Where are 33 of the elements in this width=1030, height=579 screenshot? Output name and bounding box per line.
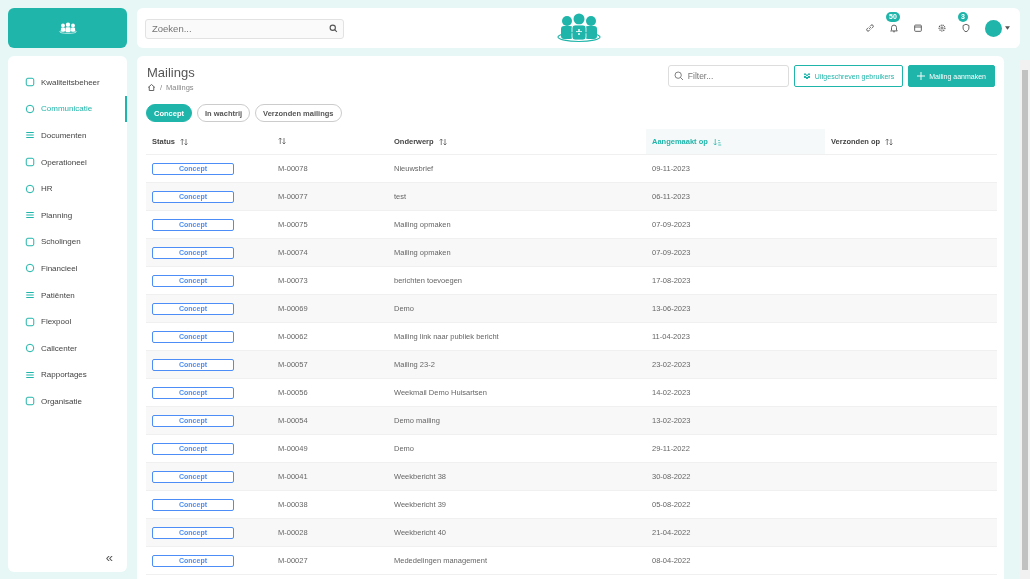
calendar-icon[interactable] [913, 23, 923, 33]
sort-icon[interactable] [278, 136, 287, 145]
sidebar-item[interactable]: Rapportages [8, 361, 127, 389]
settings-icon[interactable] [937, 23, 947, 33]
sidebar-item[interactable]: Planning [8, 201, 127, 229]
sidebar-item[interactable]: Documenten [8, 122, 127, 149]
scrollbar[interactable] [1020, 60, 1030, 579]
sort-icon[interactable] [885, 137, 895, 146]
caret-icon[interactable] [1005, 26, 1010, 30]
team-logo-icon [556, 13, 602, 43]
sidebar-item[interactable]: Callcenter [8, 334, 127, 362]
filter-field[interactable]: Filter... [667, 65, 789, 87]
sidebar-item[interactable]: Kwaliteitsbeheer [8, 69, 127, 96]
collapse-button[interactable]: « [105, 551, 113, 564]
sort-icon[interactable] [179, 137, 189, 146]
sidebar-item[interactable]: Scholingen [8, 228, 127, 256]
link-icon[interactable] [865, 23, 875, 33]
page-title: Mailings [147, 65, 195, 80]
sort-icon[interactable] [438, 137, 448, 146]
search-icon [673, 71, 684, 81]
sidebar-item[interactable]: Flexpool [8, 308, 127, 335]
bell-icon[interactable] [889, 23, 899, 33]
search-field[interactable]: Zoeken... [145, 18, 344, 39]
search-icon [329, 23, 338, 33]
shield-icon[interactable] [961, 23, 971, 33]
team-logo-icon [57, 22, 78, 34]
sidebar-item[interactable]: Organisatie [8, 388, 127, 415]
plus-icon [917, 72, 926, 80]
sidebar-item[interactable]: Patiënten [8, 281, 127, 309]
sidebar-item[interactable]: Financieel [8, 255, 127, 282]
sidebar-item[interactable]: Operationeel [8, 148, 127, 176]
home-icon[interactable] [147, 83, 156, 92]
sidebar-item[interactable]: HR [8, 175, 127, 202]
